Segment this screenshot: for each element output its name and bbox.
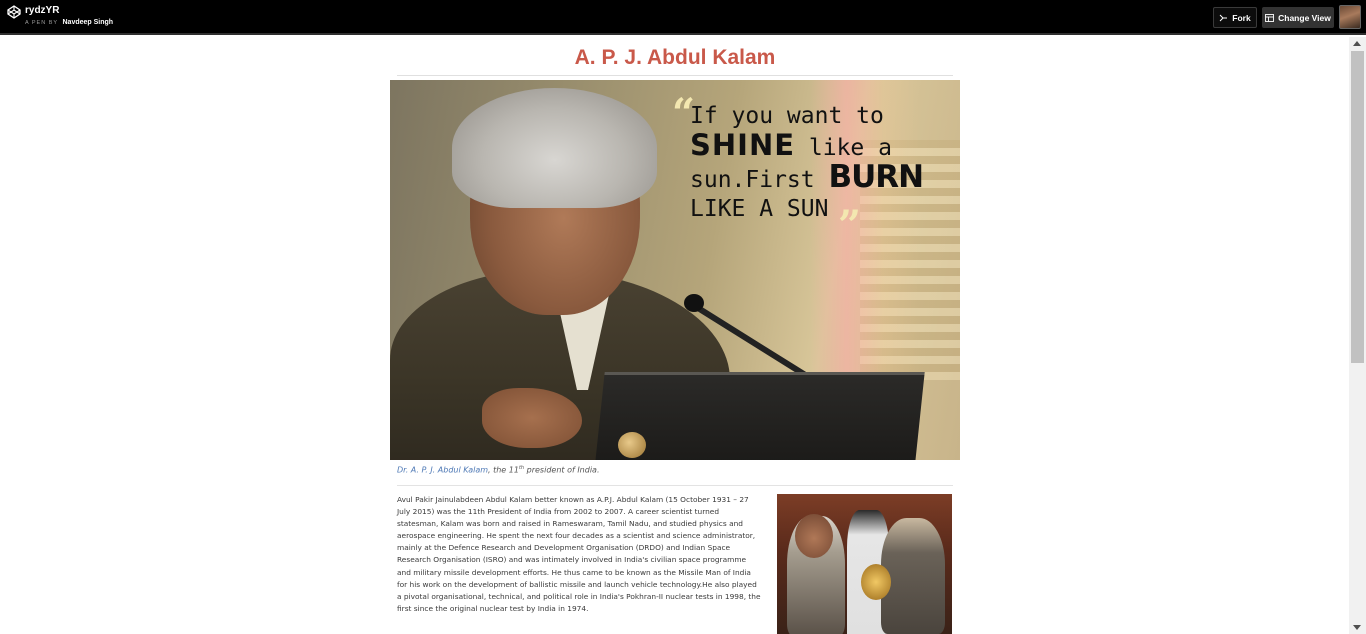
- quote-burn: BURN: [828, 159, 924, 195]
- codepen-logo-icon[interactable]: [7, 5, 21, 19]
- pen-byline: A PEN BY Navdeep Singh: [25, 19, 113, 26]
- bio-paragraph: Avul Pakir Jainulabdeen Abdul Kalam bett…: [397, 495, 761, 613]
- pen-author-link[interactable]: Navdeep Singh: [63, 19, 114, 26]
- pen-title[interactable]: rydzYR: [25, 5, 59, 16]
- scroll-up-icon[interactable]: [1353, 41, 1361, 46]
- fork-icon: [1219, 14, 1228, 21]
- codepen-header: rydzYR A PEN BY Navdeep Singh Fork Chang…: [0, 0, 1366, 35]
- caption-text: , the 11: [488, 465, 519, 475]
- caption-text-end: president of India.: [524, 465, 600, 475]
- microphone-icon: [684, 294, 704, 312]
- quote-line-1: If you want to: [690, 103, 884, 129]
- podium-knob: [618, 432, 646, 458]
- layout-icon: [1265, 13, 1275, 22]
- title-divider: [397, 75, 953, 76]
- pen-by-label: A PEN BY: [25, 20, 58, 26]
- page-scrollbar[interactable]: [1349, 37, 1366, 634]
- quote-close-mark: ”: [838, 202, 862, 249]
- caption-divider: [397, 485, 953, 486]
- quote-line-2-rest: like a: [795, 135, 892, 161]
- quote-line-4: LIKE A SUN: [690, 196, 829, 222]
- quote-open-mark: “: [672, 90, 696, 137]
- change-view-button[interactable]: Change View: [1262, 7, 1334, 28]
- quote-line-3-pre: sun.First: [690, 167, 829, 193]
- change-view-label: Change View: [1278, 12, 1331, 23]
- quote-line-3: sun.First BURN: [690, 162, 924, 195]
- scroll-down-icon[interactable]: [1353, 625, 1361, 630]
- user-avatar[interactable]: [1339, 5, 1361, 29]
- photo-figure-right: [881, 518, 945, 634]
- quote-shine: SHINE: [690, 128, 796, 162]
- photo-figure-left-face: [795, 514, 833, 558]
- scrollbar-thumb[interactable]: [1351, 51, 1364, 363]
- hero-figure-hair: [452, 88, 657, 208]
- fork-label: Fork: [1232, 12, 1251, 23]
- hero-image: “ If you want to SHINE like a sun.First …: [390, 80, 960, 460]
- award-ceremony-photo: [777, 494, 952, 634]
- fork-button[interactable]: Fork: [1213, 7, 1257, 28]
- award-icon: [861, 564, 891, 600]
- page-title: A. P. J. Abdul Kalam: [574, 46, 776, 69]
- hero-quote: “ If you want to SHINE like a sun.First …: [672, 90, 924, 249]
- caption-link[interactable]: Dr. A. P. J. Abdul Kalam: [397, 466, 488, 475]
- hero-caption: Dr. A. P. J. Abdul Kalam, the 11th presi…: [397, 465, 600, 475]
